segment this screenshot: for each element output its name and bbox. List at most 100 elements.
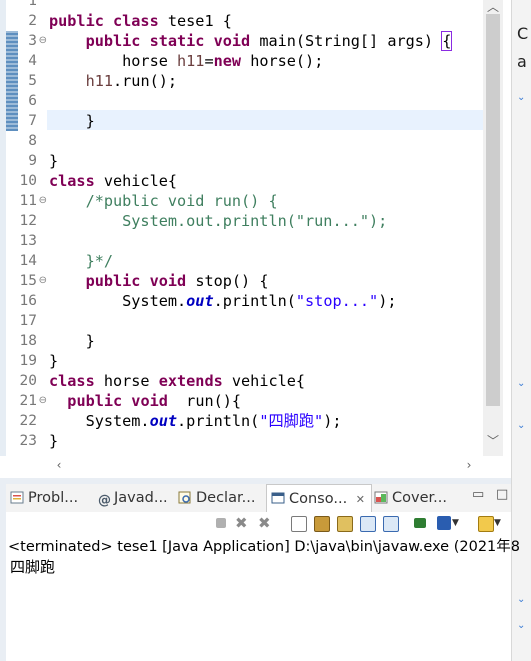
fold-collapse-icon[interactable]: ⊖ [39,391,47,411]
line-number: 22 [19,413,37,429]
tab-label: Probl... [28,490,79,506]
code-line[interactable]: System.out.println("四脚跑"); [49,411,342,431]
code-token: vehicle{ [94,172,178,190]
code-editor[interactable]: 1 2 3 ⊖ 4 5 6 7 8 9 10 11 ⊖ 12 13 14 15 ⊖ 16 17 18 19 20 21 ⊖ 22 2… [0,0,511,456]
scroll-left-arrow-icon[interactable]: ‹ [49,458,69,472]
vertical-scrollbar[interactable]: ︿ ﹀ [483,0,503,456]
code-line[interactable]: public void stop() { [49,271,269,291]
remove-launch-icon[interactable]: ✖ [235,516,249,531]
code-line[interactable]: } [49,111,95,131]
code-line[interactable]: } [49,151,58,171]
scrollbar-thumb[interactable] [486,14,500,406]
show-on-output-icon[interactable] [360,516,376,532]
code-line[interactable]: class vehicle{ [49,171,177,191]
scroll-lock-icon[interactable] [314,516,330,532]
code-line[interactable]: } [49,331,95,351]
line-number: 1 [28,0,37,9]
comment-token: }*/ [49,252,114,270]
code-line[interactable]: h11.run(); [49,71,177,91]
chevron-down-icon[interactable]: ⌄ [517,620,525,631]
tab-coverage[interactable]: Cover... [374,484,454,512]
code-token: .run(); [113,72,178,90]
code-token: System. [49,292,187,310]
code-token: stop() { [186,272,269,290]
code-token: horse [94,372,159,390]
maximize-icon[interactable]: □ [496,484,508,512]
code-token: .println( [213,292,296,310]
code-line[interactable]: horse h11=new horse(); [49,51,323,71]
minimize-icon[interactable]: ▭ [472,484,484,512]
remove-all-terminated-icon[interactable]: ✖ [258,516,272,531]
scroll-right-arrow-icon[interactable]: › [459,458,479,472]
fold-collapse-icon[interactable]: ⊖ [39,31,47,51]
code-line[interactable]: public void run(){ [49,391,241,411]
line-number: 23 [19,433,37,449]
code-line[interactable]: } [49,431,58,451]
fold-collapse-icon[interactable]: ⊖ [39,271,47,291]
comment-token: System.out.println("run..."); [49,212,388,230]
line-number: 10 [19,173,37,189]
code-line[interactable]: System.out.println("run..."); [49,211,387,231]
scroll-up-arrow-icon[interactable]: ︿ [483,0,503,15]
chevron-down-icon[interactable]: ⌄ [517,420,525,431]
chevron-down-icon[interactable]: ▼ [452,516,466,530]
tab-javadoc[interactable]: @ Javad... [98,484,174,512]
terminate-icon[interactable] [216,518,226,528]
code-token: horse(); [241,52,324,70]
pin-console-icon[interactable] [414,518,426,528]
close-icon[interactable]: ✕ [356,493,365,506]
horizontal-scrollbar[interactable]: ‹ › [47,456,483,478]
field-token: out [186,292,214,310]
keyword-token: public void [85,272,187,290]
code-line[interactable]: public static void main(String[] args) { [49,31,453,51]
show-on-error-icon[interactable] [383,516,399,532]
code-token: } [49,332,95,350]
right-side-panel: C a ⌄ ⌄ ⌄ ⌄ ⌄ [511,0,531,661]
display-selected-console-icon[interactable] [437,516,451,530]
code-token: } [49,432,59,450]
tab-console[interactable]: Conso... ✕ [266,484,372,513]
word-wrap-icon[interactable] [337,516,353,532]
open-console-icon[interactable] [478,516,494,532]
variable-token: h11 [177,52,205,70]
keyword-token: class [49,372,95,390]
code-line[interactable]: class horse extends vehicle{ [49,371,305,391]
code-line[interactable]: System.out.println("stop..."); [49,291,396,311]
line-number: 15 [19,273,37,289]
tab-label: Cover... [392,490,447,506]
line-number: 6 [28,93,37,109]
keyword-token: new [213,52,242,70]
chevron-down-icon[interactable]: ⌄ [517,92,525,103]
overview-ruler [6,0,20,456]
console-view[interactable]: <terminated> tese1 [Java Application] D:… [6,534,520,661]
chevron-down-icon[interactable]: ▼ [494,516,508,530]
clear-console-icon[interactable] [291,516,307,532]
keyword-token: class [49,172,95,190]
code-line[interactable]: } [49,351,58,371]
line-number: 11 [19,193,37,209]
line-number: 20 [19,373,37,389]
code-line[interactable]: }*/ [49,251,113,271]
line-number: 13 [19,233,37,249]
current-line-highlight [47,110,483,130]
tab-declaration[interactable]: Declar... [178,484,264,512]
code-token: System. [49,412,150,430]
scroll-down-arrow-icon[interactable]: ﹀ [483,432,503,449]
javadoc-icon: @ [98,493,111,508]
code-line[interactable]: /*public void run() { [49,191,278,211]
line-number: 8 [28,133,37,149]
declaration-icon [178,486,192,504]
line-number: 2 [28,13,37,29]
chevron-down-icon[interactable]: ⌄ [517,378,525,389]
console-output: 四脚跑 [10,558,56,576]
tab-problems[interactable]: Probl... [10,484,94,512]
chevron-down-icon[interactable]: ⌄ [517,594,525,605]
side-panel-text: C [517,24,529,43]
line-number: 16 [19,293,37,309]
code-token: } [49,152,59,170]
fold-collapse-icon[interactable]: ⊖ [39,191,47,211]
code-line[interactable]: public class tese1 { [49,11,232,31]
